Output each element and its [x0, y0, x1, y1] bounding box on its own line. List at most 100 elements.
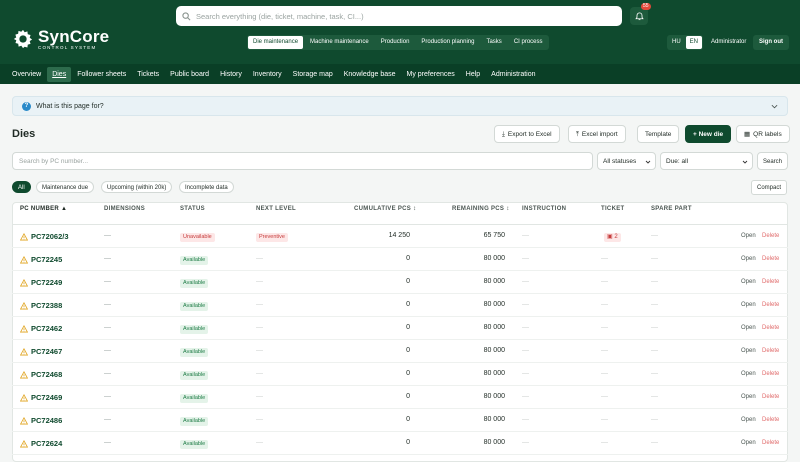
delete-button[interactable]: Delete [762, 325, 779, 331]
nav-tickets[interactable]: Tickets [132, 67, 164, 82]
table-row[interactable]: PC72468 — Available — 0 80 000 — — — Open Delete [12, 363, 788, 386]
pc-number-link[interactable]: PC72624 [31, 439, 62, 448]
table-row[interactable]: PC72388 — Available — 0 80 000 — — — Open Delete [12, 294, 788, 317]
open-button[interactable]: Open [741, 417, 756, 423]
delete-button[interactable]: Delete [762, 256, 779, 262]
nav-knowledge-base[interactable]: Knowledge base [339, 67, 401, 82]
qr-labels-button[interactable]: ▦ QR labels [736, 125, 790, 143]
module-tasks[interactable]: Tasks [481, 36, 506, 49]
open-button[interactable]: Open [741, 325, 756, 331]
pc-number-link[interactable]: PC72467 [31, 347, 62, 356]
module-ci-process[interactable]: CI process [509, 36, 548, 49]
chip-maintenance-due[interactable]: Maintenance due [36, 181, 95, 193]
ticket-badge[interactable]: ▣ 2 [604, 233, 621, 242]
next-level-value: — [256, 324, 263, 331]
open-button[interactable]: Open [741, 302, 756, 308]
table-row[interactable]: PC72249 — Available — 0 80 000 — — — Open Delete [12, 271, 788, 294]
delete-button[interactable]: Delete [762, 394, 779, 400]
open-button[interactable]: Open [741, 394, 756, 400]
module-production[interactable]: Production [376, 36, 415, 49]
delete-button[interactable]: Delete [762, 233, 779, 239]
chevron-down-icon [645, 160, 651, 164]
excel-import-button[interactable]: ⤒ Excel import [568, 125, 626, 143]
spare-part-value: — [651, 416, 658, 423]
chip-upcoming[interactable]: Upcoming (within 20k) [101, 181, 173, 193]
compact-toggle-button[interactable]: Compact [751, 180, 788, 195]
search-button[interactable]: Search [757, 152, 788, 170]
template-button[interactable]: Template [637, 125, 680, 143]
nav-follower-sheets[interactable]: Follower sheets [72, 67, 131, 82]
nav-my-preferences[interactable]: My preferences [402, 67, 460, 82]
nav-inventory[interactable]: Inventory [248, 67, 287, 82]
pc-number-link[interactable]: PC72062/3 [31, 232, 69, 241]
table-row[interactable]: PC72469 — Available — 0 80 000 — — — Open Delete [12, 386, 788, 409]
nav-help[interactable]: Help [461, 67, 485, 82]
open-button[interactable]: Open [741, 440, 756, 446]
delete-button[interactable]: Delete [762, 417, 779, 423]
pc-number-link[interactable]: PC72245 [31, 255, 62, 264]
table-row[interactable]: PC72624 — Available — 0 80 000 — — — Open Delete [12, 432, 788, 455]
module-die-maintenance[interactable]: Die maintenance [248, 36, 304, 49]
pc-number-link[interactable]: PC72469 [31, 393, 62, 402]
nav-administration[interactable]: Administration [486, 67, 540, 82]
language-en[interactable]: EN [685, 36, 703, 49]
nav-storage-map[interactable]: Storage map [288, 67, 338, 82]
table-row[interactable]: PC72486 — Available — 0 80 000 — — — Open Delete [12, 409, 788, 432]
next-level-value: — [256, 347, 263, 354]
delete-button[interactable]: Delete [762, 371, 779, 377]
chip-incomplete-data[interactable]: Incomplete data [179, 181, 234, 193]
column-header-remaining-pcs[interactable]: REMAINING PCS ↕ [452, 206, 510, 212]
open-button[interactable]: Open [741, 279, 756, 285]
sign-out-button[interactable]: Sign out [753, 35, 789, 50]
pc-number-search-input[interactable] [12, 152, 593, 170]
global-search[interactable] [176, 6, 622, 26]
page-help-accordion[interactable]: ? What is this page for? [12, 96, 788, 116]
column-header-cumulative-pcs[interactable]: CUMULATIVE PCS ↕ [354, 206, 416, 212]
instruction-value: — [522, 439, 529, 446]
pc-number-link[interactable]: PC72468 [31, 370, 62, 379]
open-button[interactable]: Open [741, 371, 756, 377]
open-button[interactable]: Open [741, 256, 756, 262]
open-button[interactable]: Open [741, 348, 756, 354]
spare-part-value: — [651, 255, 658, 262]
nav-overview[interactable]: Overview [7, 67, 46, 82]
next-level-value: — [256, 301, 263, 308]
pc-number-link[interactable]: PC72388 [31, 301, 62, 310]
table-row[interactable]: PC72467 — Available — 0 80 000 — — — Open Delete [12, 340, 788, 363]
column-header-pc-number[interactable]: PC NUMBER ▲ [20, 206, 67, 212]
delete-button[interactable]: Delete [762, 440, 779, 446]
status-filter-select[interactable]: All statuses [597, 152, 656, 170]
table-row[interactable]: PC72462 — Available — 0 80 000 — — — Open Delete [12, 317, 788, 340]
delete-button[interactable]: Delete [762, 302, 779, 308]
notifications-button[interactable]: 55 [630, 3, 651, 25]
due-filter-select[interactable]: Due: all [660, 152, 753, 170]
global-search-input[interactable] [196, 11, 596, 21]
nav-history[interactable]: History [215, 67, 247, 82]
new-die-button[interactable]: + New die [685, 125, 732, 143]
table-row[interactable]: PC72062/3 — Unavailable Preventive 14 250 65 … [12, 225, 788, 248]
chevron-down-icon [742, 160, 748, 164]
table-row[interactable]: PC72245 — Available — 0 80 000 — — — Open Delete [12, 248, 788, 271]
delete-button[interactable]: Delete [762, 348, 779, 354]
pc-number-link[interactable]: PC72249 [31, 278, 62, 287]
warning-icon [19, 416, 29, 425]
remaining-pcs-value: 80 000 [483, 416, 505, 423]
spare-part-value: — [651, 393, 658, 400]
open-button[interactable]: Open [741, 233, 756, 239]
pc-number-link[interactable]: PC72486 [31, 416, 62, 425]
next-level-value: — [256, 255, 263, 262]
language-hu[interactable]: HU [668, 36, 685, 49]
module-production-planning[interactable]: Production planning [416, 36, 479, 49]
dimensions-value: — [104, 416, 111, 423]
ticket-value: — [601, 347, 608, 354]
delete-button[interactable]: Delete [762, 279, 779, 285]
logo[interactable]: SynCore CONTROL SYSTEM [12, 28, 109, 51]
chip-all[interactable]: All [12, 181, 31, 193]
chevron-down-icon [771, 104, 778, 109]
module-machine-maintenance[interactable]: Machine maintenance [305, 36, 374, 49]
export-excel-button[interactable]: ⤓ Export to Excel [494, 125, 560, 143]
ticket-value: — [601, 301, 608, 308]
nav-dies[interactable]: Dies [47, 66, 72, 82]
nav-public-board[interactable]: Public board [165, 67, 214, 82]
pc-number-link[interactable]: PC72462 [31, 324, 62, 333]
